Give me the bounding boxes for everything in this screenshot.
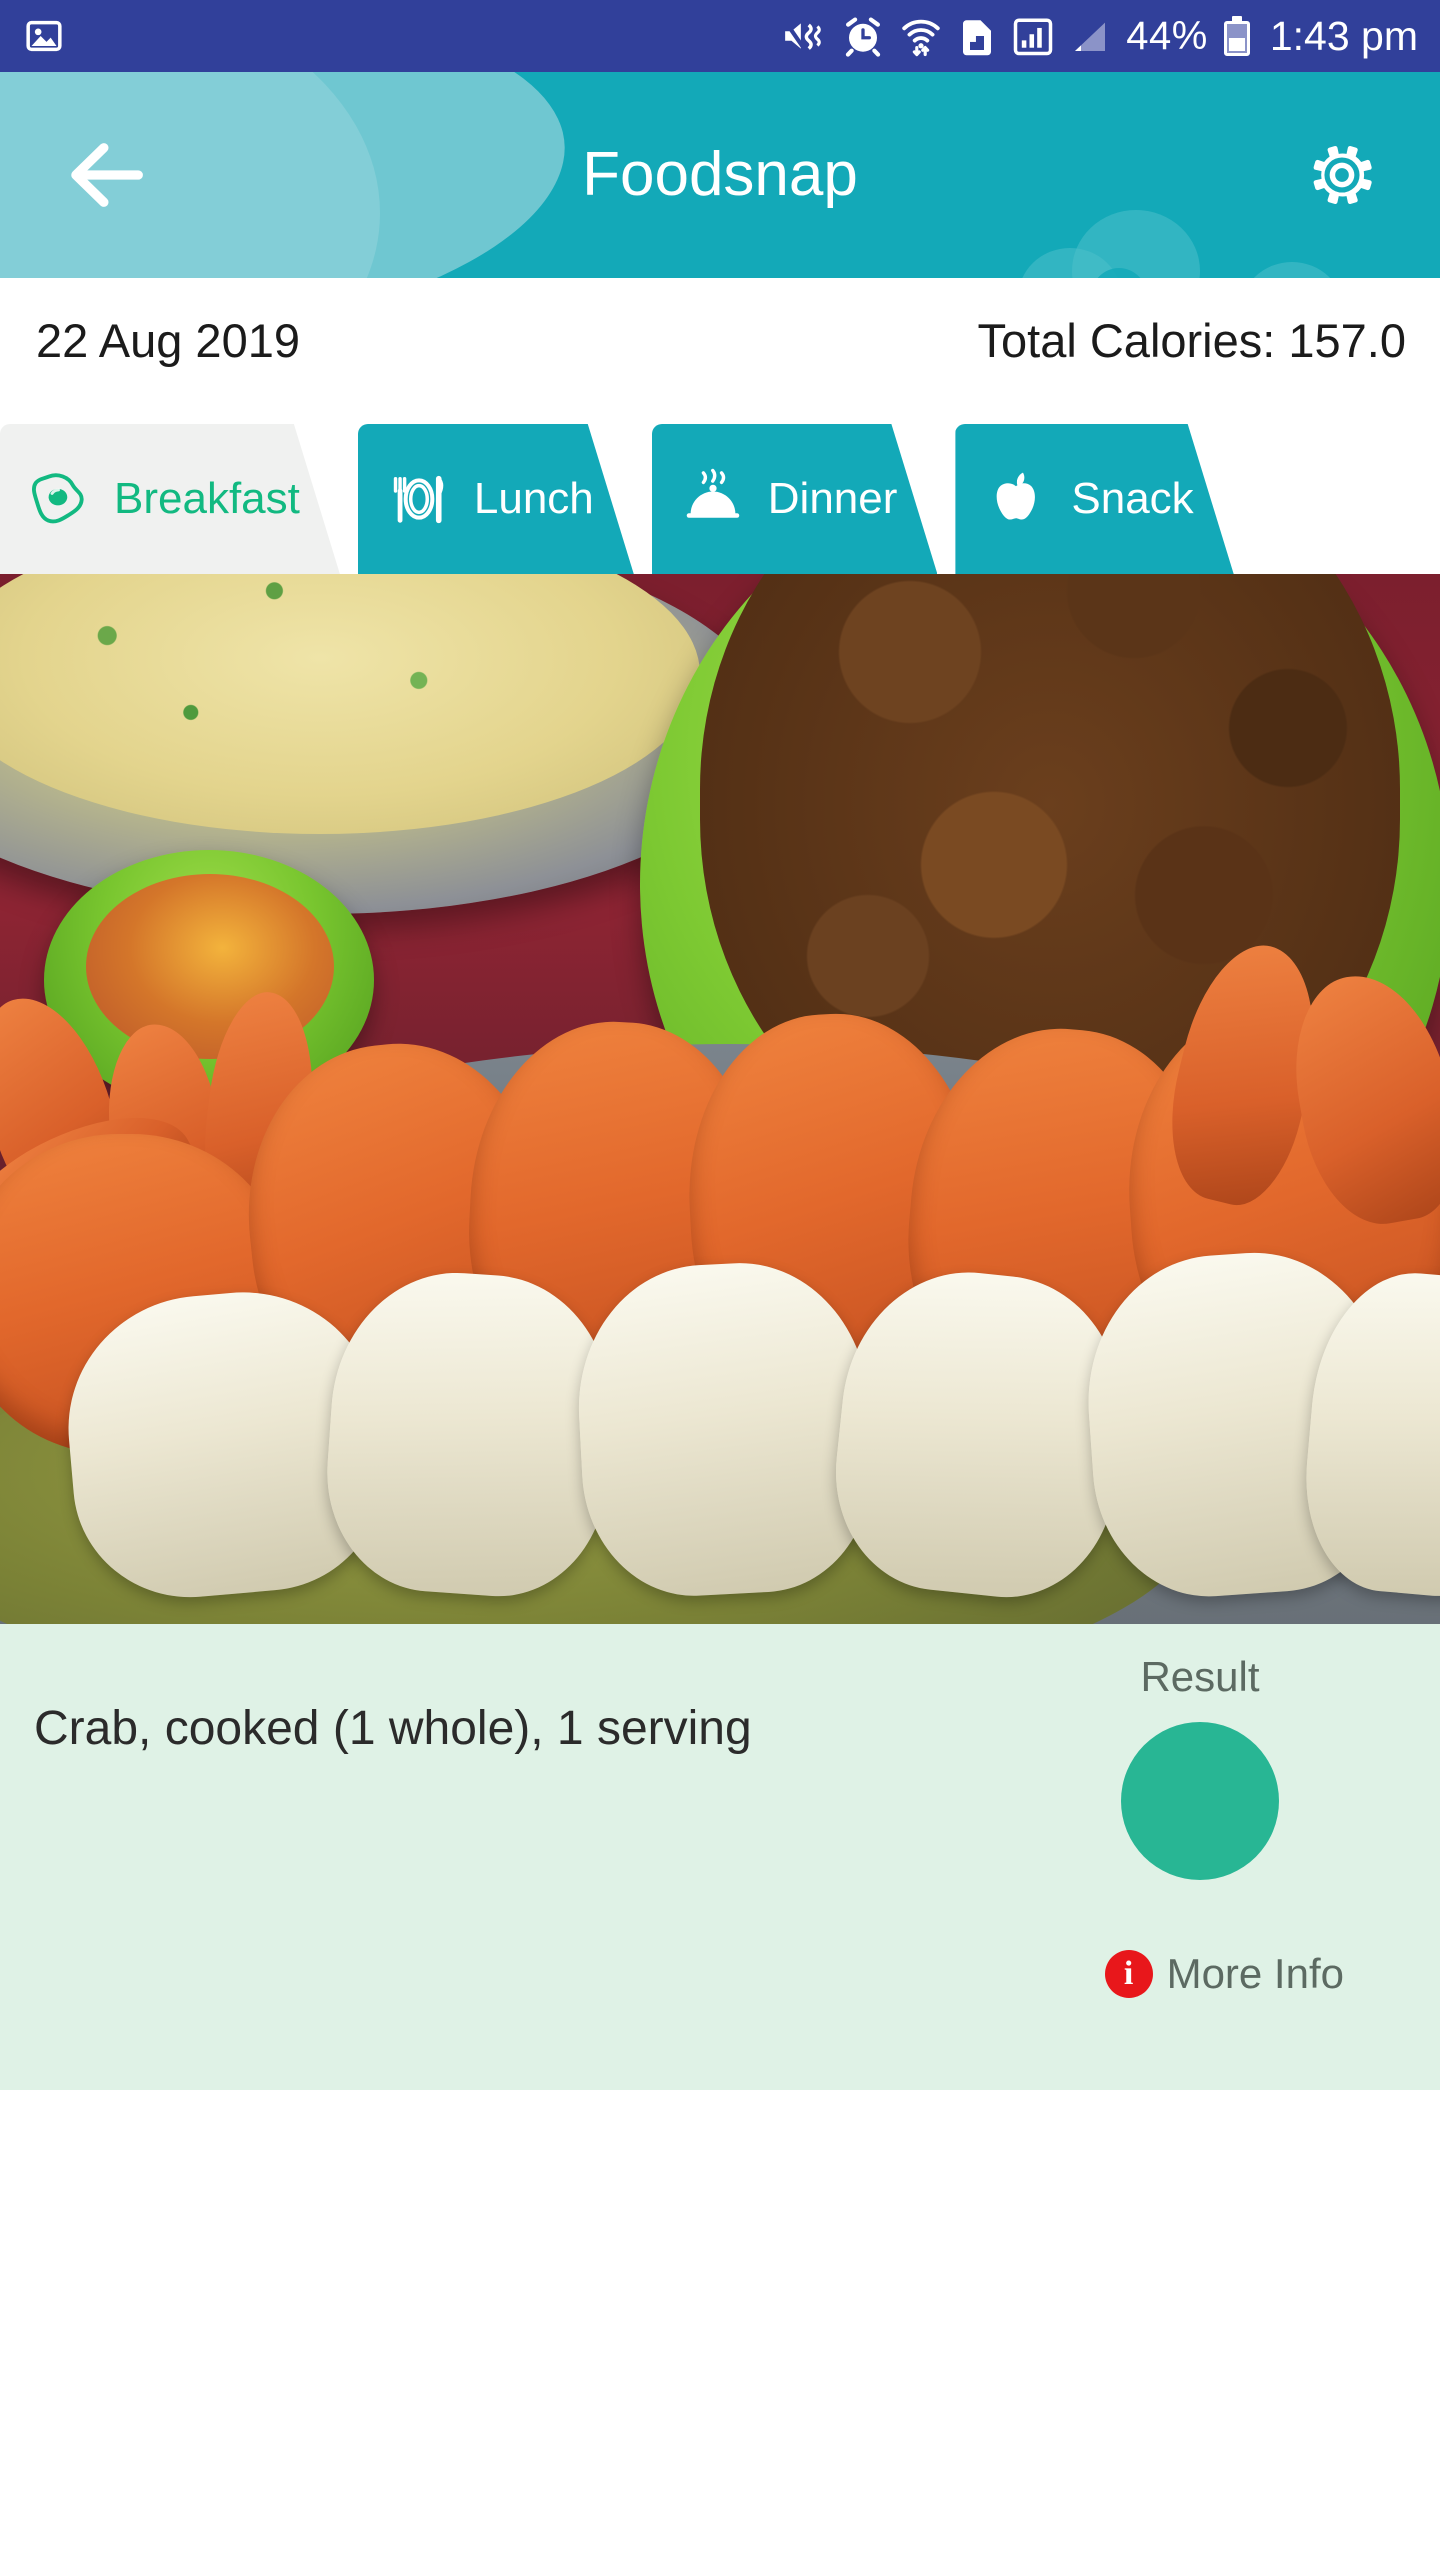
sim-card-icon bbox=[958, 15, 996, 57]
entry-date-label: 22 Aug 2019 bbox=[36, 313, 300, 367]
fried-egg-icon bbox=[24, 464, 94, 534]
signal-bars-icon bbox=[1012, 15, 1054, 57]
signal-bars-secondary-icon bbox=[1070, 16, 1110, 56]
gear-icon bbox=[1313, 145, 1372, 205]
battery-percent-label: 44% bbox=[1126, 14, 1208, 58]
tab-snack[interactable]: Snack bbox=[955, 424, 1233, 574]
result-label: Result bbox=[1140, 1653, 1260, 1700]
settings-button[interactable] bbox=[1290, 123, 1394, 227]
status-bar: 44% 1:43 pm bbox=[0, 0, 1440, 72]
tab-lunch[interactable]: Lunch bbox=[358, 424, 634, 574]
tab-snack-label: Snack bbox=[1071, 474, 1194, 523]
tab-breakfast-label: Breakfast bbox=[114, 474, 300, 523]
tab-lunch-label: Lunch bbox=[473, 474, 594, 523]
image-notification-icon bbox=[24, 16, 64, 56]
info-icon: i bbox=[1104, 1950, 1153, 1998]
food-photo[interactable] bbox=[0, 574, 1440, 1624]
header-cloud-decor-c bbox=[1240, 262, 1344, 278]
wifi-transfer-icon bbox=[900, 15, 942, 57]
tab-dinner-label: Dinner bbox=[767, 474, 898, 523]
photo-crab-meat bbox=[571, 1256, 879, 1602]
page-title: Foodsnap bbox=[582, 140, 858, 209]
tab-breakfast[interactable]: Breakfast bbox=[0, 424, 340, 574]
meal-tab-bar: Breakfast Lunch Dinner Snack bbox=[0, 402, 1440, 574]
header-cloud-decor-a bbox=[1072, 210, 1200, 278]
alarm-clock-icon bbox=[842, 15, 884, 57]
apple-icon bbox=[981, 464, 1051, 534]
clock-label: 1:43 pm bbox=[1269, 12, 1418, 59]
summary-row: 22 Aug 2019 Total Calories: 157.0 bbox=[0, 278, 1440, 402]
more-info-button[interactable]: i More Info bbox=[1104, 1949, 1344, 1998]
result-status-indicator[interactable] bbox=[1121, 1722, 1279, 1881]
total-calories-label: Total Calories: 157.0 bbox=[977, 313, 1406, 367]
status-bar-right-icons: 44% 1:43 pm bbox=[782, 15, 1418, 57]
empty-content-area bbox=[0, 2090, 1440, 2560]
app-header: Foodsnap bbox=[0, 72, 1440, 278]
plate-cutlery-icon bbox=[384, 464, 454, 534]
cloche-icon bbox=[678, 464, 748, 534]
app-screen: 44% 1:43 pm Foodsnap 22 Aug 2019 Total C… bbox=[0, 0, 1440, 2560]
result-column: Result bbox=[1040, 1653, 1360, 1881]
tab-dinner[interactable]: Dinner bbox=[652, 424, 938, 574]
sound-off-vibrate-icon bbox=[782, 16, 826, 56]
more-info-label: More Info bbox=[1166, 1949, 1344, 1997]
result-card: Crab, cooked (1 whole), 1 serving Result… bbox=[0, 1624, 1440, 2090]
battery-icon bbox=[1223, 16, 1250, 56]
status-bar-left-icons bbox=[24, 16, 64, 56]
food-name-label: Crab, cooked (1 whole), 1 serving bbox=[34, 1702, 752, 1755]
